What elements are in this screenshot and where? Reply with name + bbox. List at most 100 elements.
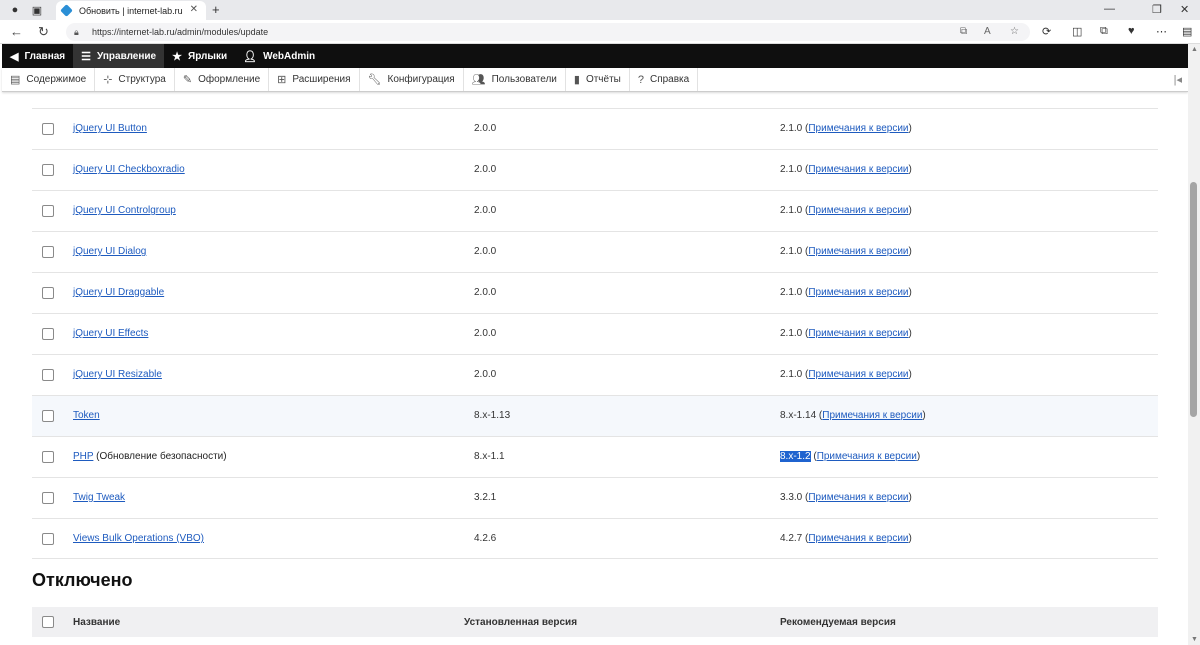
module-link[interactable]: Twig Tweak [73,492,125,503]
tray-item-label: Расширения [292,74,351,85]
col-name-header: Название [73,617,121,628]
open-in-app-icon[interactable]: ⧉ [960,23,967,41]
release-notes-link[interactable]: Примечания к версии [808,492,908,503]
row-checkbox[interactable] [42,123,54,135]
tray-item-reports[interactable]: ▮ Отчёты [566,68,630,91]
module-link[interactable]: jQuery UI Resizable [73,369,162,380]
browser-tab[interactable]: Обновить | internet-lab.ru ✕ [56,1,206,20]
module-link[interactable]: Views Bulk Operations (VBO) [73,533,204,544]
toolbar-shortcuts[interactable]: ★ Ярлыки [164,44,235,68]
extensions-icon[interactable]: ⟳ [1042,25,1051,38]
release-notes-link[interactable]: Примечания к версии [822,410,922,421]
tray-item-help[interactable]: ? Справка [630,68,699,91]
scroll-down-icon[interactable]: ▼ [1191,636,1198,643]
page-scrollbar[interactable]: ▲ ▼ [1188,44,1200,645]
minimize-icon[interactable]: — [1104,3,1115,15]
collections-icon[interactable]: ⧉ [1100,25,1108,38]
split-screen-icon[interactable]: ◫ [1072,25,1082,38]
recommended-version-number: 2.1.0 [780,164,803,175]
release-notes-link[interactable]: Примечания к версии [808,328,908,339]
module-link[interactable]: jQuery UI Checkboxradio [73,164,185,175]
appearance-icon: ✎ [182,74,193,86]
security-update-note: (Обновление безопасности) [93,451,227,462]
module-link[interactable]: jQuery UI Controlgroup [73,205,176,216]
read-aloud-icon[interactable]: A [984,23,991,41]
toolbar-home-label: Главная [24,50,66,62]
maximize-icon[interactable]: ❐ [1152,3,1162,16]
tray-item-people[interactable]: 👥︎ Пользователи [464,68,566,91]
tray-item-extend[interactable]: ⊞ Расширения [269,68,360,91]
row-checkbox[interactable] [42,451,54,463]
table-row: jQuery UI Resizable 2.0.0 2.1.0 (Примечани… [32,354,1158,395]
scroll-up-icon[interactable]: ▲ [1191,46,1198,53]
module-link[interactable]: jQuery UI Draggable [73,287,164,298]
module-link[interactable]: jQuery UI Button [73,123,147,134]
module-name: jQuery UI Checkboxradio [73,164,185,175]
recommended-version: 2.1.0 (Примечания к версии) [780,328,912,339]
close-window-icon[interactable]: ✕ [1180,3,1189,16]
release-notes-link[interactable]: Примечания к версии [808,369,908,380]
recommended-version-number: 8.x-1.2 [780,451,811,462]
disabled-table-header: Название Установленная версия Рекомендуе… [32,607,1158,637]
toolbar-shortcuts-label: Ярлыки [188,50,228,62]
row-checkbox[interactable] [42,287,54,299]
row-checkbox[interactable] [42,369,54,381]
table-row: jQuery UI Draggable 2.0.0 2.1.0 (Примечани… [32,272,1158,313]
tray-item-label: Конфигурация [387,74,455,85]
tray-item-appearance[interactable]: ✎ Оформление [175,68,270,91]
recommended-version: 2.1.0 (Примечания к версии) [780,246,912,257]
row-checkbox[interactable] [42,410,54,422]
tray-item-config[interactable]: 🔧︎ Конфигурация [360,68,464,91]
select-all-checkbox[interactable] [42,616,54,628]
scroll-thumb[interactable] [1190,182,1197,417]
more-menu-icon[interactable]: ⋯ [1156,25,1167,38]
release-notes-link[interactable]: Примечания к версии [817,451,917,462]
new-tab-icon[interactable]: + [212,2,220,17]
reload-icon[interactable]: ↻ [38,24,49,40]
release-notes-link[interactable]: Примечания к версии [808,164,908,175]
extend-icon: ⊞ [277,74,287,86]
row-checkbox[interactable] [42,492,54,504]
toolbar-home[interactable]: ◀ Главная [2,44,73,68]
url-field[interactable]: 🔒︎ https://internet-lab.ru/admin/modules… [66,23,1030,41]
release-notes-link[interactable]: Примечания к версии [808,246,908,257]
toolbar-user[interactable]: 👤︎ WebAdmin [235,44,323,68]
profile-icon[interactable]: ● [8,3,22,17]
lock-icon[interactable]: 🔒︎ [74,23,79,41]
module-link[interactable]: PHP [73,451,93,462]
row-checkbox[interactable] [42,328,54,340]
close-tab-icon[interactable]: ✕ [190,4,198,15]
row-checkbox[interactable] [42,533,54,545]
release-notes-link[interactable]: Примечания к версии [808,205,908,216]
module-name: PHP (Обновление безопасности) [73,451,227,462]
toolbar-manage-label: Управление [97,50,157,62]
module-link[interactable]: jQuery UI Dialog [73,246,146,257]
row-checkbox[interactable] [42,246,54,258]
back-icon[interactable]: ← [10,24,23,39]
installed-version: 2.0.0 [474,246,497,257]
tray-item-structure[interactable]: ⊹ Структура [95,68,175,91]
recommended-version-number: 2.1.0 [780,328,803,339]
tray-item-content[interactable]: ▤ Содержимое [2,68,96,91]
col-recommended-header: Рекомендуемая версия [780,617,896,628]
row-checkbox[interactable] [42,205,54,217]
table-row: PHP (Обновление безопасности) 8.x-1.1 8.x-… [32,436,1158,477]
installed-version: 2.0.0 [474,328,497,339]
browser-essentials-icon[interactable]: ♥ [1128,25,1135,37]
table-row: jQuery UI Controlgroup 2.0.0 2.1.0 (Примеч… [32,190,1158,231]
tray-collapse-icon[interactable]: |◂ [1174,73,1182,86]
module-link[interactable]: jQuery UI Effects [73,328,148,339]
site-favicon-icon [60,4,73,17]
sidebar-icon[interactable]: ▤ [1182,25,1192,38]
release-notes-link[interactable]: Примечания к версии [808,287,908,298]
toolbar-manage[interactable]: ☰ Управление [73,44,165,68]
module-link[interactable]: Token [73,410,100,421]
favorite-star-icon[interactable]: ☆ [1010,23,1019,41]
tray-item-label: Пользователи [491,74,557,85]
row-checkbox[interactable] [42,164,54,176]
structure-icon: ⊹ [103,74,113,86]
release-notes-link[interactable]: Примечания к версии [808,123,908,134]
tab-actions-icon[interactable]: ▣ [30,3,44,17]
table-row: Token 8.x-1.13 8.x-1.14 (Примечания к верс… [32,395,1158,436]
release-notes-link[interactable]: Примечания к версии [808,533,908,544]
